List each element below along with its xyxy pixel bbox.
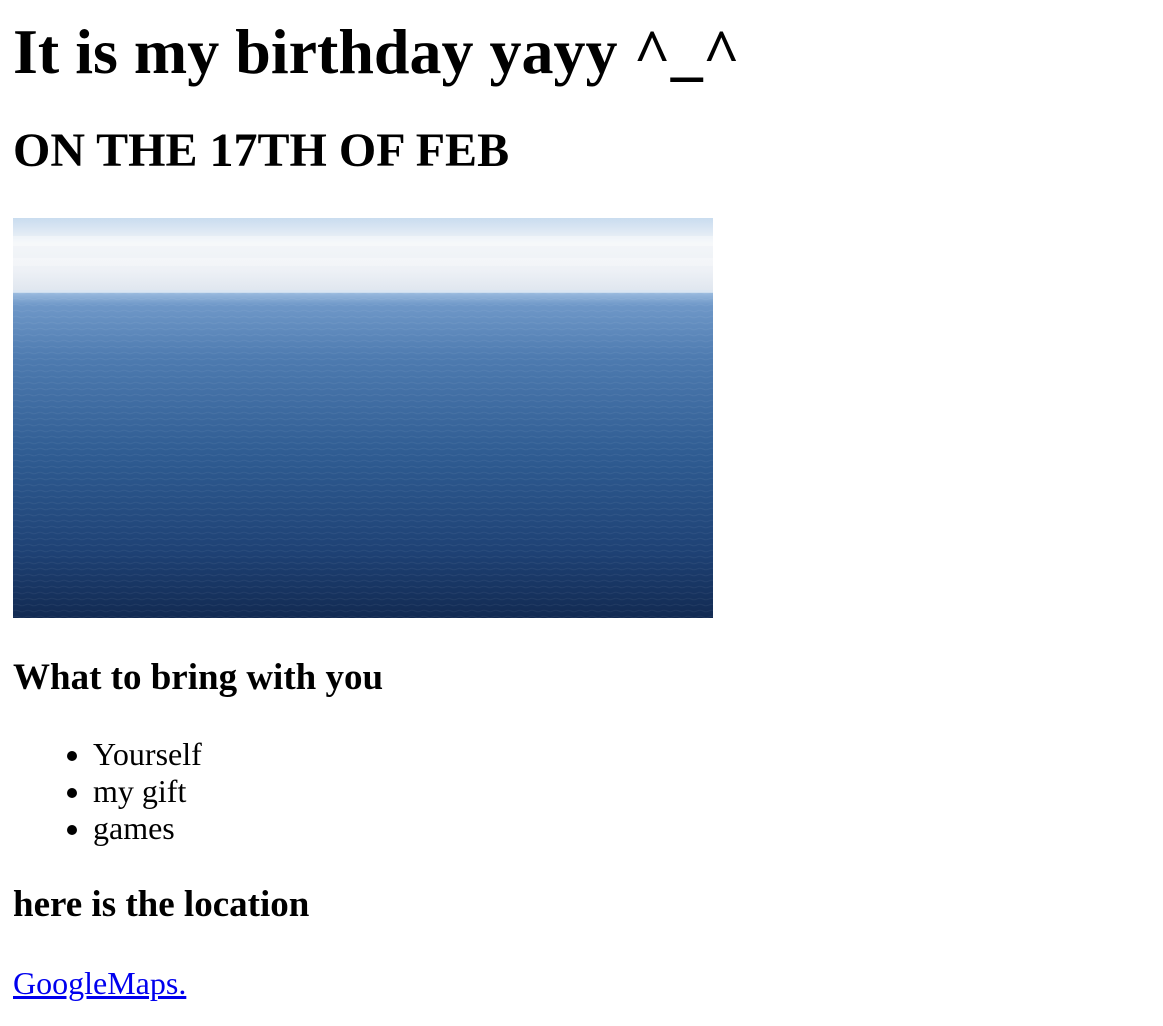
- date-heading: ON THE 17TH OF FEB: [13, 124, 510, 177]
- google-maps-link[interactable]: GoogleMaps.: [13, 963, 186, 1003]
- page-title: It is my birthday yayy ^_^: [13, 16, 740, 87]
- list-item: my gift: [93, 773, 1150, 810]
- bring-section-title: What to bring with you: [13, 657, 384, 698]
- location-section-title: here is the location: [13, 884, 310, 925]
- bring-list: Yourself my gift games: [13, 736, 1150, 847]
- ocean-photo-graphic: [13, 218, 713, 618]
- page: It is my birthday yayy ^_^ ON THE 17TH O…: [0, 20, 1163, 1003]
- list-item: Yourself: [93, 736, 1150, 773]
- list-item: games: [93, 810, 1150, 847]
- ocean-image: [13, 218, 713, 618]
